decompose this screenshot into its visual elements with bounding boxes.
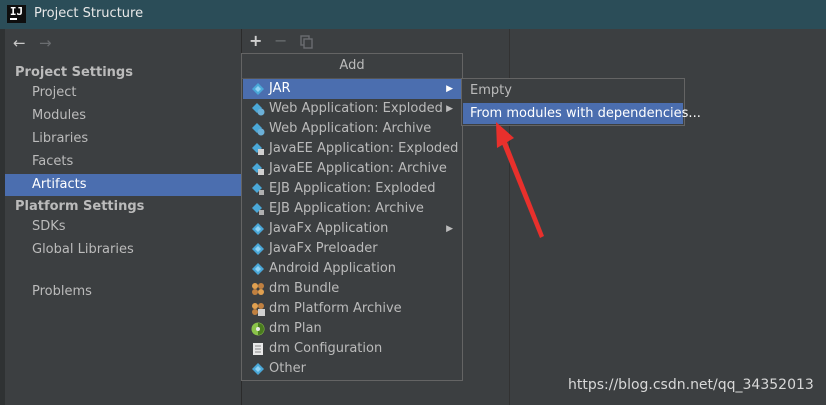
javaee-icon: [252, 163, 264, 175]
menu-item-ejb-archive[interactable]: EJB Application: Archive: [243, 199, 461, 219]
annotation-arrow-icon: [496, 122, 544, 238]
nav-bar: ← →: [5, 29, 241, 59]
remove-icon[interactable]: −: [274, 33, 287, 49]
menu-item-other[interactable]: Other: [243, 359, 461, 379]
android-icon: [252, 263, 264, 275]
menu-item-android-app[interactable]: Android Application: [243, 259, 461, 279]
menu-item-dm-configuration[interactable]: dm Configuration: [243, 339, 461, 359]
sidebar-item-artifacts[interactable]: Artifacts: [5, 174, 241, 196]
menu-item-label: Web Application: Exploded: [269, 101, 443, 116]
menu-item-label: dm Plan: [269, 321, 322, 336]
ejb-icon: [252, 183, 264, 195]
javaee-icon: [252, 143, 264, 155]
menu-item-jar[interactable]: JAR ▶: [243, 79, 461, 99]
submenu-item-empty[interactable]: Empty: [463, 80, 683, 101]
submenu-arrow-icon: ▶: [446, 84, 453, 94]
watermark-text: https://blog.csdn.net/qq_34352013: [568, 377, 814, 393]
menu-item-dm-bundle[interactable]: dm Bundle: [243, 279, 461, 299]
web-app-icon: [252, 103, 265, 116]
dm-config-icon: [253, 343, 263, 355]
menu-item-web-app-archive[interactable]: Web Application: Archive: [243, 119, 461, 139]
artifacts-toolbar: + −: [242, 29, 512, 55]
copy-icon[interactable]: [300, 35, 314, 49]
dm-plan-icon: [251, 322, 265, 336]
project-settings-header: Project Settings: [15, 65, 133, 80]
dm-bundle-icon: [252, 283, 264, 295]
menu-item-label: Other: [269, 361, 306, 376]
javafx-icon: [252, 243, 264, 255]
menu-item-javafx-preloader[interactable]: JavaFx Preloader: [243, 239, 461, 259]
menu-item-label: JavaEE Application: Archive: [269, 161, 447, 176]
javafx-icon: [252, 223, 264, 235]
ejb-icon: [252, 203, 264, 215]
back-arrow-icon[interactable]: ←: [13, 35, 26, 51]
sidebar: Project Settings Project Modules Librari…: [5, 59, 241, 405]
dm-archive-icon: [252, 303, 265, 316]
menu-item-dm-plan[interactable]: dm Plan: [243, 319, 461, 339]
menu-item-javafx-app[interactable]: JavaFx Application ▶: [243, 219, 461, 239]
other-icon: [252, 363, 264, 375]
platform-settings-header: Platform Settings: [15, 199, 145, 214]
web-app-icon: [252, 123, 265, 136]
submenu-arrow-icon: ▶: [446, 104, 453, 114]
menu-item-label: EJB Application: Archive: [269, 201, 424, 216]
menu-item-label: EJB Application: Exploded: [269, 181, 436, 196]
menu-item-label: JavaEE Application: Exploded: [269, 141, 459, 156]
sidebar-item-facets[interactable]: Facets: [5, 151, 241, 173]
menu-item-label: JavaFx Application: [269, 221, 389, 236]
menu-item-label: Web Application: Archive: [269, 121, 432, 136]
menu-item-ejb-exploded[interactable]: EJB Application: Exploded: [243, 179, 461, 199]
menu-item-label: dm Bundle: [269, 281, 340, 296]
forward-arrow-icon[interactable]: →: [39, 35, 52, 51]
menu-title: Add: [242, 54, 462, 79]
sidebar-item-modules[interactable]: Modules: [5, 105, 241, 127]
sidebar-item-global-libraries[interactable]: Global Libraries: [5, 239, 241, 261]
menu-item-label: dm Platform Archive: [269, 301, 402, 316]
menu-item-web-app-exploded[interactable]: Web Application: Exploded ▶: [243, 99, 461, 119]
title-bar: IJ Project Structure: [0, 0, 826, 29]
submenu-arrow-icon: ▶: [446, 224, 453, 234]
add-icon[interactable]: +: [249, 33, 262, 49]
sidebar-item-sdks[interactable]: SDKs: [5, 216, 241, 238]
sidebar-item-project[interactable]: Project: [5, 82, 241, 104]
add-artifact-menu: Add JAR ▶ Web Application: Exploded ▶ We…: [241, 53, 463, 381]
menu-item-label: JAR: [269, 81, 291, 96]
menu-item-label: Android Application: [269, 261, 397, 276]
menu-item-label: dm Configuration: [269, 341, 383, 356]
window-title: Project Structure: [34, 6, 144, 21]
logo-text: IJ: [9, 5, 24, 18]
menu-item-javaee-archive[interactable]: JavaEE Application: Archive: [243, 159, 461, 179]
jar-icon: [252, 83, 264, 95]
menu-item-javaee-exploded[interactable]: JavaEE Application: Exploded: [243, 139, 461, 159]
menu-item-label: JavaFx Preloader: [269, 241, 378, 256]
intellij-logo-icon: IJ: [7, 5, 26, 23]
menu-item-dm-platform-archive[interactable]: dm Platform Archive: [243, 299, 461, 319]
sidebar-item-problems[interactable]: Problems: [5, 281, 241, 303]
sidebar-item-libraries[interactable]: Libraries: [5, 128, 241, 150]
